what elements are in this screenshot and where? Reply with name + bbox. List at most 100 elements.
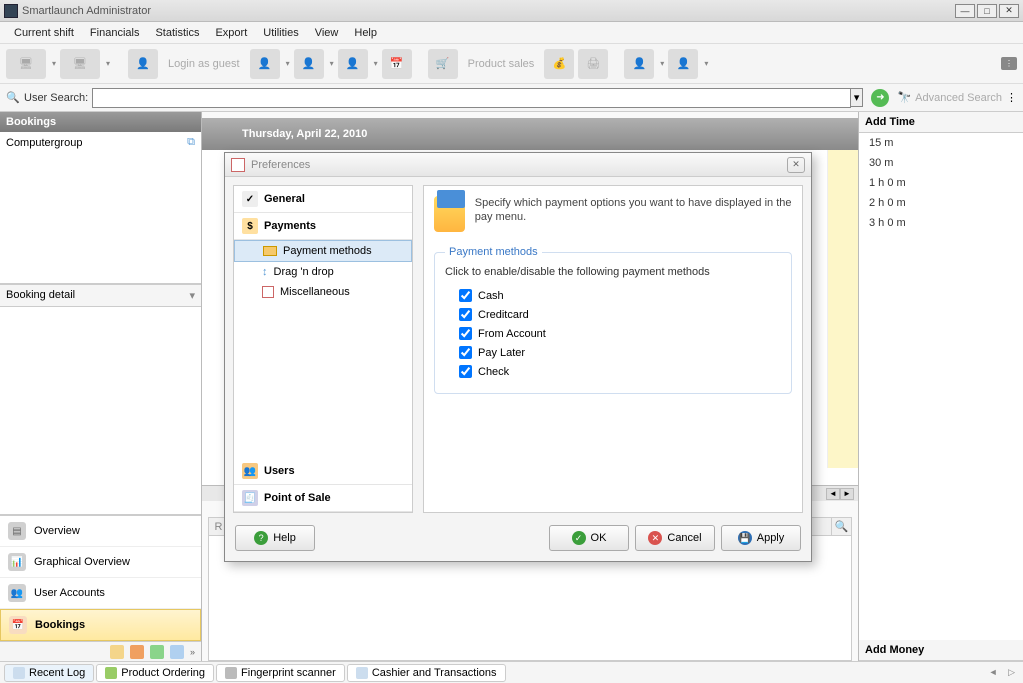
chk-check-input[interactable] — [459, 365, 472, 378]
smallbar-icon-3[interactable] — [150, 645, 164, 659]
toolbar-print-icon[interactable]: 🖨 — [578, 49, 608, 79]
menu-utilities[interactable]: Utilities — [255, 24, 306, 42]
add-time-3h[interactable]: 3 h 0 m — [859, 213, 1023, 233]
toolbar-register-icon[interactable]: 💰 — [544, 49, 574, 79]
minimize-button[interactable]: — — [955, 4, 975, 18]
booking-detail-header[interactable]: Booking detail ▾ — [0, 284, 201, 307]
booking-detail-area — [0, 307, 201, 515]
cat-pos-label: Point of Sale — [264, 492, 331, 504]
maximize-button[interactable]: □ — [977, 4, 997, 18]
payment-methods-fieldset: Payment methods Click to enable/disable … — [434, 246, 792, 394]
cat-general[interactable]: ✓General — [234, 186, 412, 213]
chk-later-label: Pay Later — [478, 347, 525, 359]
chk-from-account[interactable]: From Account — [445, 324, 781, 343]
menu-financials[interactable]: Financials — [82, 24, 148, 42]
cat-users[interactable]: 👥Users — [234, 458, 412, 485]
help-button[interactable]: ?Help — [235, 525, 315, 551]
right-pane: Add Time 15 m 30 m 1 h 0 m 2 h 0 m 3 h 0… — [858, 112, 1023, 661]
grid-search-icon[interactable]: 🔍 — [831, 518, 851, 535]
search-input[interactable] — [92, 88, 851, 108]
close-window-button[interactable]: ✕ — [999, 4, 1019, 18]
chk-check-label: Check — [478, 366, 509, 378]
cat-pos[interactable]: 🧾Point of Sale — [234, 485, 412, 512]
toolbar-monitor2-icon[interactable]: 🖥 — [60, 49, 100, 79]
window-title: Smartlaunch Administrator — [22, 5, 955, 17]
login-guest-label[interactable]: Login as guest — [168, 58, 240, 70]
chk-cash[interactable]: Cash — [445, 286, 781, 305]
overview-icon: ▤ — [8, 522, 26, 540]
toolbar-user-icon[interactable]: 👤 — [128, 49, 158, 79]
apply-icon: 💾 — [738, 531, 752, 545]
nav-bookings-label: Bookings — [35, 619, 85, 631]
toolbar-useradd-icon[interactable]: 👤 — [250, 49, 280, 79]
scroll-right-icon[interactable]: ► — [840, 488, 854, 500]
smallbar-icon-2[interactable] — [130, 645, 144, 659]
toolbar-user3-icon[interactable]: 👤 — [624, 49, 654, 79]
add-time-2h[interactable]: 2 h 0 m — [859, 193, 1023, 213]
sub-misc-label: Miscellaneous — [280, 286, 350, 298]
nav-overview[interactable]: ▤Overview — [0, 516, 201, 547]
smallbar-expand-icon[interactable]: » — [190, 647, 195, 657]
menu-current-shift[interactable]: Current shift — [6, 24, 82, 42]
chk-account-input[interactable] — [459, 327, 472, 340]
searchbar-overflow-icon[interactable]: ⋮ — [1006, 91, 1017, 104]
dialog-close-button[interactable]: ✕ — [787, 157, 805, 173]
add-time-15m[interactable]: 15 m — [859, 133, 1023, 153]
ok-button[interactable]: ✓OK — [549, 525, 629, 551]
nav-bookings[interactable]: 📅Bookings — [0, 609, 201, 641]
toolbar-calendar-icon[interactable]: 📅 — [382, 49, 412, 79]
toolbar-user4-icon[interactable]: 👤 — [668, 49, 698, 79]
search-dropdown-icon[interactable]: ▾ — [850, 88, 864, 107]
help-icon: ? — [254, 531, 268, 545]
chk-creditcard[interactable]: Creditcard — [445, 305, 781, 324]
search-label: User Search: — [24, 92, 88, 104]
chk-later-input[interactable] — [459, 346, 472, 359]
toolbar-overflow-icon[interactable]: ⋮ — [1001, 57, 1017, 70]
search-go-button[interactable]: ➜ — [871, 89, 889, 107]
nav-user-accounts[interactable]: 👥User Accounts — [0, 578, 201, 609]
chk-pay-later[interactable]: Pay Later — [445, 343, 781, 362]
titlebar: Smartlaunch Administrator — □ ✕ — [0, 0, 1023, 22]
nav-graphical-label: Graphical Overview — [34, 556, 130, 568]
tab-product-ordering[interactable]: Product Ordering — [96, 664, 214, 682]
add-time-30m[interactable]: 30 m — [859, 153, 1023, 173]
log-icon — [13, 667, 25, 679]
main-toolbar: 🖥▾ 🖥▾ 👤 Login as guest 👤▾ 👤▾ 👤▾ 📅 🛒 Prod… — [0, 44, 1023, 84]
cat-payments[interactable]: $Payments — [234, 213, 412, 240]
drag-icon: ↕ — [262, 266, 268, 278]
nav-graphical-overview[interactable]: 📊Graphical Overview — [0, 547, 201, 578]
cat-users-icon: 👥 — [242, 463, 258, 479]
dialog-buttons: ?Help ✓OK ✕Cancel 💾Apply — [225, 521, 811, 561]
add-time-1h[interactable]: 1 h 0 m — [859, 173, 1023, 193]
smallbar-icon-4[interactable] — [170, 645, 184, 659]
toolbar-userlock-icon[interactable]: 👤 — [294, 49, 324, 79]
detail-expand-icon[interactable]: ▾ — [189, 289, 195, 302]
menu-view[interactable]: View — [307, 24, 347, 42]
tab-product-ordering-label: Product Ordering — [121, 667, 205, 679]
binoculars-icon: 🔭 — [897, 91, 911, 104]
tab-nav-arrows[interactable]: ◄ ▷ — [989, 667, 1019, 678]
toolbar-userclock-icon[interactable]: 👤 — [338, 49, 368, 79]
sub-drag-drop[interactable]: ↕Drag 'n drop — [234, 262, 412, 282]
chk-check[interactable]: Check — [445, 362, 781, 381]
tab-fingerprint[interactable]: Fingerprint scanner — [216, 664, 345, 682]
tab-cashier[interactable]: Cashier and Transactions — [347, 664, 506, 682]
cancel-button[interactable]: ✕Cancel — [635, 525, 715, 551]
product-sales-label[interactable]: Product sales — [468, 58, 535, 70]
sub-misc[interactable]: Miscellaneous — [234, 282, 412, 302]
toolbar-cart-icon[interactable]: 🛒 — [428, 49, 458, 79]
apply-button[interactable]: 💾Apply — [721, 525, 801, 551]
tab-recent-log[interactable]: Recent Log — [4, 664, 94, 682]
scroll-left-icon[interactable]: ◄ — [826, 488, 840, 500]
computergroup-row[interactable]: Computergroup ⧉ — [0, 132, 201, 153]
cashier-icon — [356, 667, 368, 679]
chk-credit-input[interactable] — [459, 308, 472, 321]
menu-statistics[interactable]: Statistics — [147, 24, 207, 42]
smallbar-icon-1[interactable] — [110, 645, 124, 659]
menu-export[interactable]: Export — [207, 24, 255, 42]
menu-help[interactable]: Help — [346, 24, 385, 42]
toolbar-monitor-icon[interactable]: 🖥 — [6, 49, 46, 79]
advanced-search-link[interactable]: Advanced Search — [915, 92, 1002, 104]
sub-payment-methods[interactable]: Payment methods — [234, 240, 412, 262]
chk-cash-input[interactable] — [459, 289, 472, 302]
